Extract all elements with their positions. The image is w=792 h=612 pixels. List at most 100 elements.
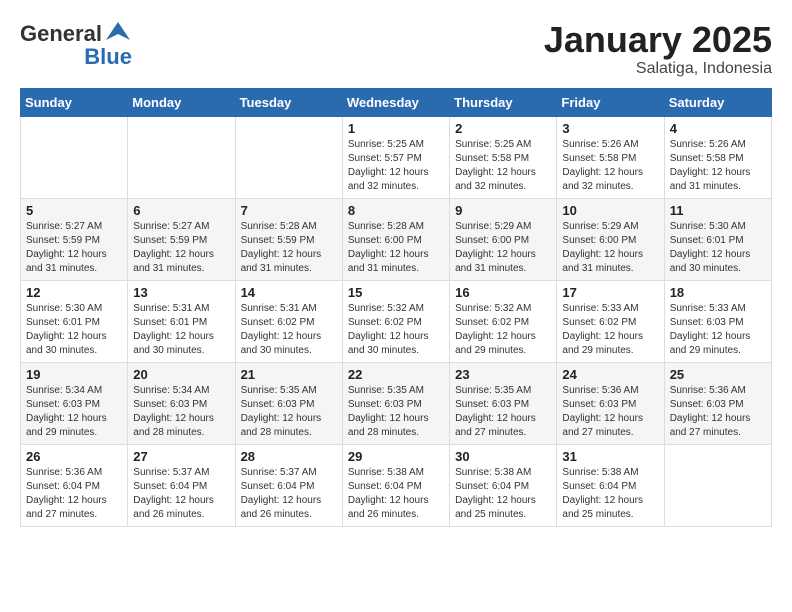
- calendar-cell: 8 Sunrise: 5:28 AM Sunset: 6:00 PM Daylig…: [342, 198, 449, 280]
- calendar-cell: 23 Sunrise: 5:35 AM Sunset: 6:03 PM Dayli…: [450, 362, 557, 444]
- calendar-cell: 19 Sunrise: 5:34 AM Sunset: 6:03 PM Dayli…: [21, 362, 128, 444]
- calendar-cell: 4 Sunrise: 5:26 AM Sunset: 5:58 PM Daylig…: [664, 116, 771, 198]
- day-info: Sunrise: 5:36 AM Sunset: 6:03 PM Dayligh…: [670, 384, 766, 440]
- calendar-cell: 31 Sunrise: 5:38 AM Sunset: 6:04 PM Dayli…: [557, 444, 664, 526]
- column-header-saturday: Saturday: [664, 88, 771, 116]
- day-number: 20: [133, 367, 229, 382]
- calendar-cell: 11 Sunrise: 5:30 AM Sunset: 6:01 PM Dayli…: [664, 198, 771, 280]
- day-number: 28: [241, 449, 337, 464]
- calendar-cell: 5 Sunrise: 5:27 AM Sunset: 5:59 PM Daylig…: [21, 198, 128, 280]
- calendar-cell: 9 Sunrise: 5:29 AM Sunset: 6:00 PM Daylig…: [450, 198, 557, 280]
- calendar-cell: 24 Sunrise: 5:36 AM Sunset: 6:03 PM Dayli…: [557, 362, 664, 444]
- day-info: Sunrise: 5:34 AM Sunset: 6:03 PM Dayligh…: [133, 384, 229, 440]
- logo-blue-text: Blue: [84, 44, 132, 70]
- calendar-cell: 13Sunrise: 5:31 AM Sunset: 6:01 PM Dayli…: [128, 280, 235, 362]
- day-number: 4: [670, 121, 766, 136]
- day-info: Sunrise: 5:25 AM Sunset: 5:57 PM Dayligh…: [348, 138, 444, 194]
- logo: General Blue: [20, 20, 132, 70]
- calendar-cell: 22Sunrise: 5:35 AM Sunset: 6:03 PM Dayli…: [342, 362, 449, 444]
- day-info: Sunrise: 5:32 AM Sunset: 6:02 PM Dayligh…: [348, 302, 444, 358]
- day-info: Sunrise: 5:36 AM Sunset: 6:04 PM Dayligh…: [26, 466, 122, 522]
- week-row: 12Sunrise: 5:30 AM Sunset: 6:01 PM Dayli…: [21, 280, 772, 362]
- calendar-cell: [235, 116, 342, 198]
- day-info: Sunrise: 5:28 AM Sunset: 5:59 PM Dayligh…: [241, 220, 337, 276]
- day-info: Sunrise: 5:35 AM Sunset: 6:03 PM Dayligh…: [455, 384, 551, 440]
- day-number: 3: [562, 121, 658, 136]
- day-info: Sunrise: 5:29 AM Sunset: 6:00 PM Dayligh…: [455, 220, 551, 276]
- day-number: 17: [562, 285, 658, 300]
- calendar-cell: 15 Sunrise: 5:32 AM Sunset: 6:02 PM Dayli…: [342, 280, 449, 362]
- column-header-monday: Monday: [128, 88, 235, 116]
- day-number: 7: [241, 203, 337, 218]
- week-row: 19 Sunrise: 5:34 AM Sunset: 6:03 PM Dayli…: [21, 362, 772, 444]
- calendar-cell: 28 Sunrise: 5:37 AM Sunset: 6:04 PM Dayli…: [235, 444, 342, 526]
- calendar-cell: 21Sunrise: 5:35 AM Sunset: 6:03 PM Dayli…: [235, 362, 342, 444]
- column-header-friday: Friday: [557, 88, 664, 116]
- column-header-wednesday: Wednesday: [342, 88, 449, 116]
- calendar-cell: 29 Sunrise: 5:38 AM Sunset: 6:04 PM Dayli…: [342, 444, 449, 526]
- week-row: 5 Sunrise: 5:27 AM Sunset: 5:59 PM Daylig…: [21, 198, 772, 280]
- day-number: 18: [670, 285, 766, 300]
- calendar-cell: 2 Sunrise: 5:25 AM Sunset: 5:58 PM Daylig…: [450, 116, 557, 198]
- day-number: 8: [348, 203, 444, 218]
- calendar-cell: 14 Sunrise: 5:31 AM Sunset: 6:02 PM Dayli…: [235, 280, 342, 362]
- calendar-cell: 20 Sunrise: 5:34 AM Sunset: 6:03 PM Dayli…: [128, 362, 235, 444]
- day-number: 10: [562, 203, 658, 218]
- day-number: 9: [455, 203, 551, 218]
- day-info: Sunrise: 5:37 AM Sunset: 6:04 PM Dayligh…: [133, 466, 229, 522]
- calendar-cell: 7 Sunrise: 5:28 AM Sunset: 5:59 PM Daylig…: [235, 198, 342, 280]
- day-info: Sunrise: 5:38 AM Sunset: 6:04 PM Dayligh…: [562, 466, 658, 522]
- day-number: 14: [241, 285, 337, 300]
- day-number: 23: [455, 367, 551, 382]
- calendar-cell: 17 Sunrise: 5:33 AM Sunset: 6:02 PM Dayli…: [557, 280, 664, 362]
- day-info: Sunrise: 5:25 AM Sunset: 5:58 PM Dayligh…: [455, 138, 551, 194]
- week-row: 1 Sunrise: 5:25 AM Sunset: 5:57 PM Daylig…: [21, 116, 772, 198]
- calendar-cell: [21, 116, 128, 198]
- calendar-cell: 1 Sunrise: 5:25 AM Sunset: 5:57 PM Daylig…: [342, 116, 449, 198]
- page: General Blue January 2025 Salatiga, Indo…: [0, 0, 792, 537]
- day-info: Sunrise: 5:28 AM Sunset: 6:00 PM Dayligh…: [348, 220, 444, 276]
- day-info: Sunrise: 5:31 AM Sunset: 6:02 PM Dayligh…: [241, 302, 337, 358]
- calendar-cell: 12Sunrise: 5:30 AM Sunset: 6:01 PM Dayli…: [21, 280, 128, 362]
- calendar-cell: 30Sunrise: 5:38 AM Sunset: 6:04 PM Dayli…: [450, 444, 557, 526]
- location: Salatiga, Indonesia: [544, 60, 772, 78]
- calendar-cell: 26Sunrise: 5:36 AM Sunset: 6:04 PM Dayli…: [21, 444, 128, 526]
- day-number: 31: [562, 449, 658, 464]
- day-info: Sunrise: 5:35 AM Sunset: 6:03 PM Dayligh…: [241, 384, 337, 440]
- day-info: Sunrise: 5:27 AM Sunset: 5:59 PM Dayligh…: [26, 220, 122, 276]
- calendar-cell: 25 Sunrise: 5:36 AM Sunset: 6:03 PM Dayli…: [664, 362, 771, 444]
- day-number: 15: [348, 285, 444, 300]
- day-number: 24: [562, 367, 658, 382]
- day-number: 29: [348, 449, 444, 464]
- day-number: 1: [348, 121, 444, 136]
- calendar-cell: [128, 116, 235, 198]
- day-number: 16: [455, 285, 551, 300]
- day-info: Sunrise: 5:37 AM Sunset: 6:04 PM Dayligh…: [241, 466, 337, 522]
- day-info: Sunrise: 5:26 AM Sunset: 5:58 PM Dayligh…: [562, 138, 658, 194]
- column-header-thursday: Thursday: [450, 88, 557, 116]
- day-info: Sunrise: 5:26 AM Sunset: 5:58 PM Dayligh…: [670, 138, 766, 194]
- day-info: Sunrise: 5:33 AM Sunset: 6:03 PM Dayligh…: [670, 302, 766, 358]
- title-block: January 2025 Salatiga, Indonesia: [544, 20, 772, 78]
- day-number: 22: [348, 367, 444, 382]
- calendar-cell: 10 Sunrise: 5:29 AM Sunset: 6:00 PM Dayli…: [557, 198, 664, 280]
- day-number: 11: [670, 203, 766, 218]
- calendar: SundayMondayTuesdayWednesdayThursdayFrid…: [20, 88, 772, 527]
- day-number: 30: [455, 449, 551, 464]
- day-number: 25: [670, 367, 766, 382]
- day-info: Sunrise: 5:38 AM Sunset: 6:04 PM Dayligh…: [348, 466, 444, 522]
- calendar-cell: 27Sunrise: 5:37 AM Sunset: 6:04 PM Dayli…: [128, 444, 235, 526]
- header: General Blue January 2025 Salatiga, Indo…: [20, 20, 772, 78]
- day-number: 5: [26, 203, 122, 218]
- day-info: Sunrise: 5:36 AM Sunset: 6:03 PM Dayligh…: [562, 384, 658, 440]
- day-number: 2: [455, 121, 551, 136]
- day-info: Sunrise: 5:27 AM Sunset: 5:59 PM Dayligh…: [133, 220, 229, 276]
- day-info: Sunrise: 5:34 AM Sunset: 6:03 PM Dayligh…: [26, 384, 122, 440]
- day-number: 19: [26, 367, 122, 382]
- day-info: Sunrise: 5:30 AM Sunset: 6:01 PM Dayligh…: [670, 220, 766, 276]
- day-number: 13: [133, 285, 229, 300]
- day-info: Sunrise: 5:29 AM Sunset: 6:00 PM Dayligh…: [562, 220, 658, 276]
- day-info: Sunrise: 5:33 AM Sunset: 6:02 PM Dayligh…: [562, 302, 658, 358]
- calendar-cell: [664, 444, 771, 526]
- calendar-header-row: SundayMondayTuesdayWednesdayThursdayFrid…: [21, 88, 772, 116]
